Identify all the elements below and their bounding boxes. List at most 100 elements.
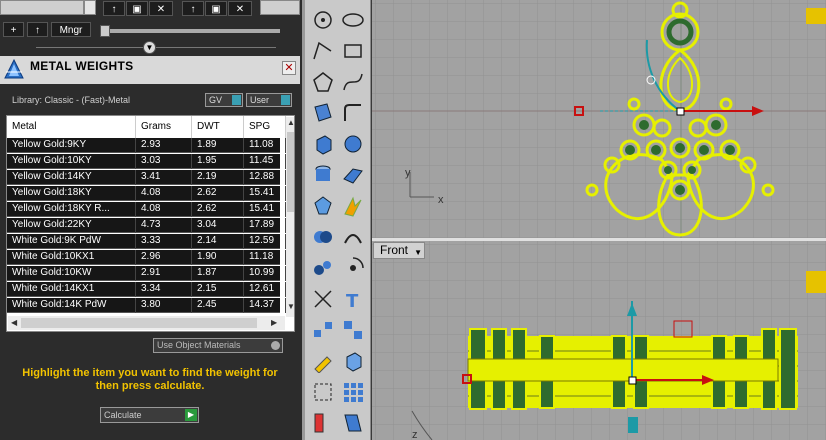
- cell-dwt: 1.87: [192, 266, 244, 281]
- cell-metal: White Gold:9K PdW: [7, 234, 136, 249]
- text-icon[interactable]: T: [341, 287, 365, 312]
- save-button[interactable]: ▣: [126, 1, 148, 16]
- cell-grams: 3.34: [136, 282, 192, 297]
- box-icon[interactable]: [311, 132, 335, 156]
- cell-dwt: 2.14: [192, 234, 244, 249]
- table-row[interactable]: White Gold:14KX1 3.34 2.15 12.61: [7, 282, 286, 297]
- manager-button[interactable]: Mngr: [51, 22, 91, 37]
- scroll-up-icon[interactable]: ▲: [287, 118, 294, 127]
- cell-spg: 11.45: [244, 154, 286, 169]
- plane-icon[interactable]: [341, 163, 365, 187]
- delete-button-2[interactable]: ✕: [228, 1, 252, 16]
- grid-icon[interactable]: [341, 380, 365, 404]
- axis-label-y: y: [405, 167, 411, 179]
- circle-tool-icon[interactable]: [311, 8, 335, 32]
- scale-icon[interactable]: [311, 380, 335, 404]
- scroll-left-icon[interactable]: ◀: [11, 318, 17, 327]
- table-row[interactable]: Yellow Gold:22KY 4.73 3.04 17.89: [7, 218, 286, 233]
- cell-spg: 11.08: [244, 138, 286, 153]
- cell-metal: Yellow Gold:18KY R...: [7, 202, 136, 217]
- svg-text:T: T: [346, 291, 359, 311]
- cell-spg: 12.88: [244, 170, 286, 185]
- boolean-icon[interactable]: [311, 225, 335, 249]
- add-button[interactable]: +: [3, 22, 24, 37]
- scroll-down-icon[interactable]: ▼: [287, 302, 294, 311]
- slider-thumb-top[interactable]: [84, 0, 96, 15]
- cell-metal: White Gold:10KW: [7, 266, 136, 281]
- table-row[interactable]: White Gold:9K PdW 3.33 2.14 12.59: [7, 234, 286, 249]
- move-up-button-2[interactable]: ↑: [182, 1, 204, 16]
- user-dropdown[interactable]: User: [246, 93, 292, 107]
- cylinder-icon[interactable]: [311, 163, 335, 187]
- top-viewport[interactable]: y x: [372, 0, 826, 239]
- calculate-button[interactable]: Calculate ▶: [100, 407, 199, 423]
- gumball-icon[interactable]: [341, 256, 365, 280]
- panel-slider-left[interactable]: [0, 0, 84, 15]
- table-row[interactable]: Yellow Gold:18KY R... 4.08 2.62 15.41: [7, 202, 286, 217]
- gem-icon[interactable]: [311, 194, 335, 218]
- gv-dropdown[interactable]: GV: [205, 93, 243, 107]
- render-icon[interactable]: [341, 349, 365, 373]
- cell-metal: White Gold:14KX1: [7, 282, 136, 297]
- horizontal-scroll-thumb[interactable]: [21, 318, 257, 328]
- shell-icon[interactable]: [341, 225, 365, 249]
- cell-grams: 3.33: [136, 234, 192, 249]
- mirror-icon[interactable]: [341, 318, 365, 342]
- dropdown-arrow-icon: [281, 95, 290, 105]
- front-viewport-label: Front: [380, 243, 409, 257]
- cell-spg: 15.41: [244, 202, 286, 217]
- bolt-icon[interactable]: [341, 194, 365, 218]
- object-marker-icon-front: [806, 271, 826, 293]
- close-icon[interactable]: ✕: [282, 61, 296, 75]
- metal-weights-logo-icon: [4, 58, 24, 79]
- table-row[interactable]: White Gold:10KX1 2.96 1.90 11.18: [7, 250, 286, 265]
- front-viewport[interactable]: z: [372, 241, 826, 440]
- sphere-icon[interactable]: [341, 132, 365, 156]
- array-icon[interactable]: [311, 318, 335, 342]
- cell-spg: 10.99: [244, 266, 286, 281]
- use-object-materials-toggle[interactable]: Use Object Materials: [153, 338, 283, 353]
- pencil-icon[interactable]: [311, 349, 335, 374]
- polyline-icon[interactable]: [311, 39, 335, 63]
- rectangle-icon[interactable]: [341, 39, 365, 63]
- cell-metal: White Gold:10KX1: [7, 250, 136, 265]
- vertical-scroll-thumb[interactable]: [287, 132, 294, 212]
- table-row[interactable]: Yellow Gold:9KY 2.93 1.89 11.08: [7, 138, 286, 153]
- save-button-2[interactable]: ▣: [205, 1, 227, 16]
- cell-metal: Yellow Gold:9KY: [7, 138, 136, 153]
- column-header-grams[interactable]: Grams: [136, 116, 192, 138]
- collapse-icon[interactable]: ▼: [143, 41, 156, 54]
- front-viewport-tab[interactable]: Front ▼: [373, 242, 425, 259]
- column-header-dwt[interactable]: DWT: [192, 116, 244, 138]
- surface-icon[interactable]: [311, 101, 335, 125]
- user-dropdown-value: User: [250, 95, 270, 105]
- scroll-right-icon[interactable]: ▶: [271, 318, 277, 327]
- cell-metal: Yellow Gold:22KY: [7, 218, 136, 233]
- column-header-metal[interactable]: Metal: [7, 116, 136, 138]
- move-up-button[interactable]: ↑: [103, 1, 125, 16]
- slider-thumb[interactable]: [100, 25, 110, 37]
- table-row[interactable]: Yellow Gold:18KY 4.08 2.62 15.41: [7, 186, 286, 201]
- cell-grams: 3.03: [136, 154, 192, 169]
- up-button[interactable]: ↑: [27, 22, 48, 37]
- dropdown-arrow-icon: [232, 95, 241, 105]
- delete-button[interactable]: ✕: [149, 1, 173, 16]
- polygon-icon[interactable]: [311, 70, 335, 94]
- slider-track[interactable]: [100, 29, 280, 33]
- cell-dwt: 1.95: [192, 154, 244, 169]
- curve-icon[interactable]: [341, 70, 365, 94]
- table-row[interactable]: White Gold:14K PdW 3.80 2.45 14.37: [7, 298, 286, 313]
- fillet-icon[interactable]: [341, 101, 365, 125]
- group-icon[interactable]: [311, 256, 335, 280]
- ellipse-tool-icon[interactable]: [341, 8, 365, 32]
- cell-grams: 4.73: [136, 218, 192, 233]
- layer-icon[interactable]: [341, 411, 365, 435]
- dimension-icon[interactable]: [311, 411, 335, 435]
- trim-icon[interactable]: [311, 287, 335, 311]
- table-row[interactable]: Yellow Gold:10KY 3.03 1.95 11.45: [7, 154, 286, 169]
- panel-title: METAL WEIGHTS: [30, 59, 134, 73]
- column-header-spg[interactable]: SPG: [244, 116, 286, 138]
- table-row[interactable]: White Gold:10KW 2.91 1.87 10.99: [7, 266, 286, 281]
- table-row[interactable]: Yellow Gold:14KY 3.41 2.19 12.88: [7, 170, 286, 185]
- cell-grams: 2.91: [136, 266, 192, 281]
